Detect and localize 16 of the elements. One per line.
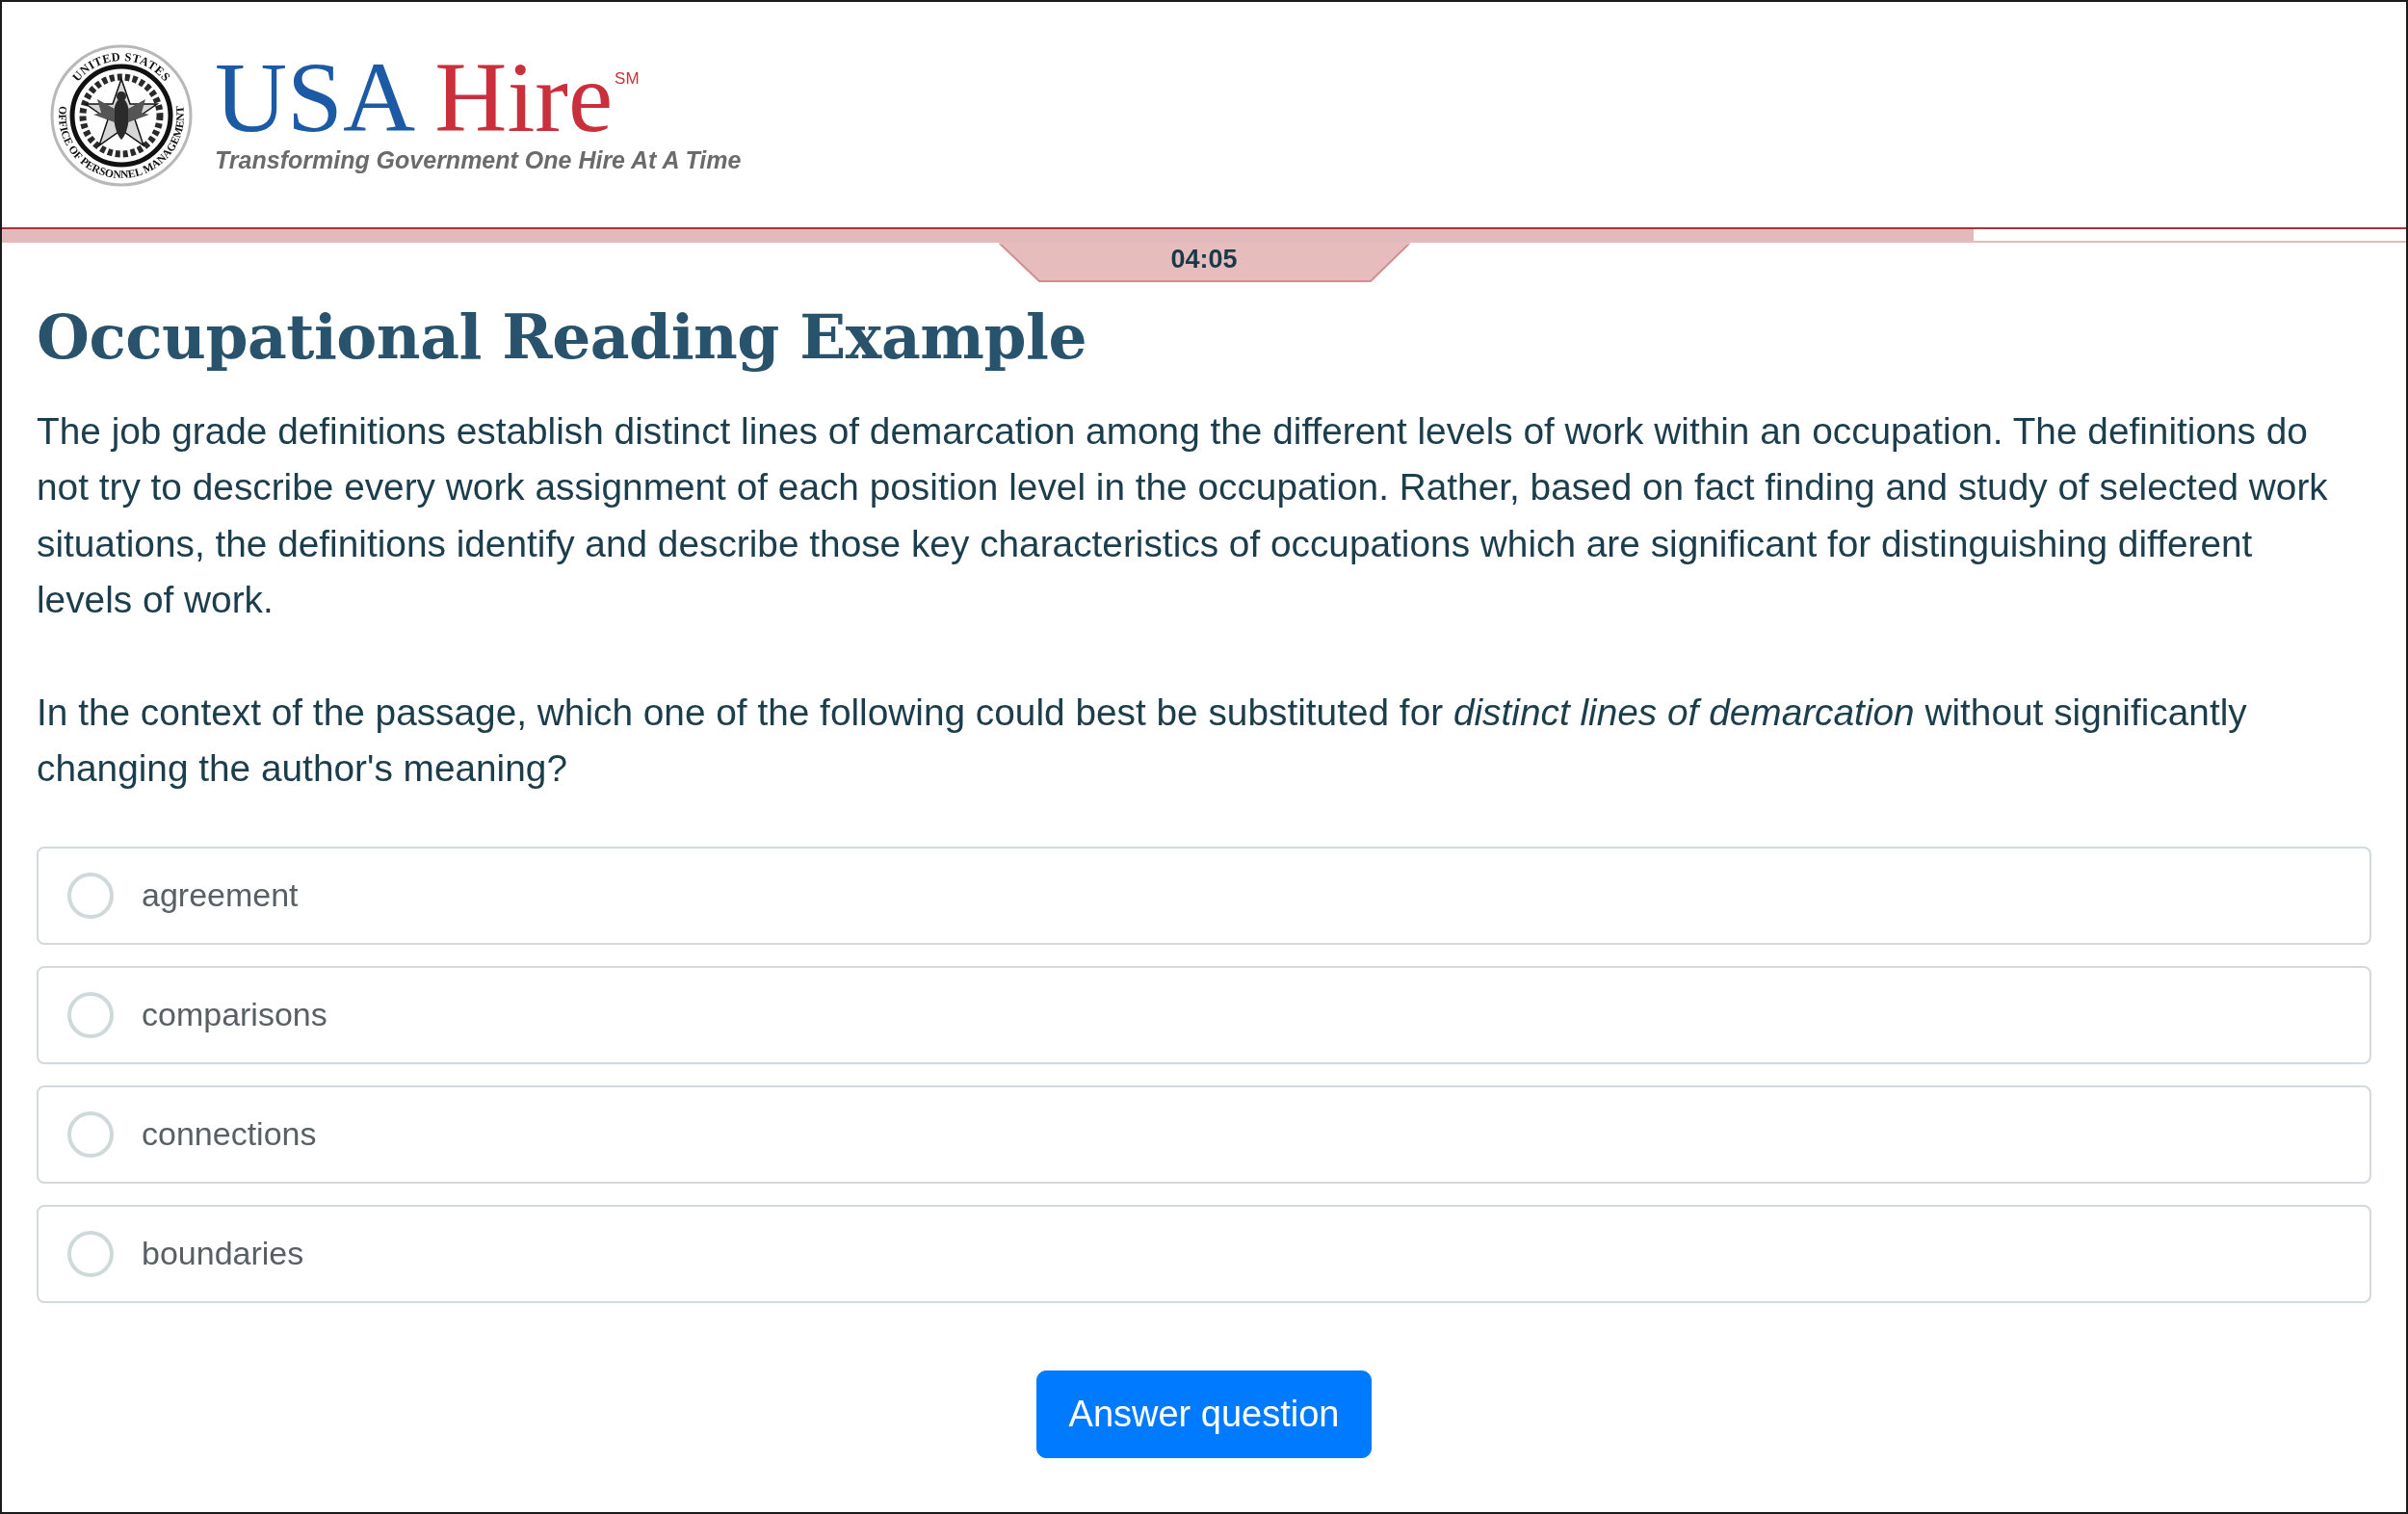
- answer-option[interactable]: agreement: [37, 846, 2371, 945]
- logo-wordmark: USA Hire: [215, 47, 614, 147]
- tagline: Transforming Government One Hire At A Time: [215, 145, 742, 175]
- countdown-timer: 04:05: [998, 243, 1410, 282]
- radio-button[interactable]: [67, 991, 114, 1038]
- service-mark: SM: [615, 70, 640, 87]
- radio-button[interactable]: [67, 1110, 114, 1158]
- radio-button[interactable]: [67, 1230, 114, 1277]
- radio-button[interactable]: [67, 872, 114, 919]
- answer-option[interactable]: boundaries: [37, 1204, 2371, 1303]
- answer-option[interactable]: connections: [37, 1084, 2371, 1184]
- question-text: In the context of the passage, which one of the following could best be substituted for distinct lines of demarcation without significantly changing the author's meaning?: [37, 690, 2248, 792]
- answer-button[interactable]: Answer question: [1035, 1370, 1373, 1458]
- passage-text: The job grade definitions establish distinct lines of demarcation among the different levels of work within an occupation. The definitions do not try to describe every work assignment of each position level in the occupation. Rather, based on fact finding and study of selected work situations, the definitions identify and describe those key characteristics of occupations which are significant for distinguishing different levels of work.: [37, 408, 2329, 623]
- answer-option[interactable]: comparisons: [37, 965, 2371, 1064]
- page-title: Occupational Reading Example: [37, 301, 1087, 375]
